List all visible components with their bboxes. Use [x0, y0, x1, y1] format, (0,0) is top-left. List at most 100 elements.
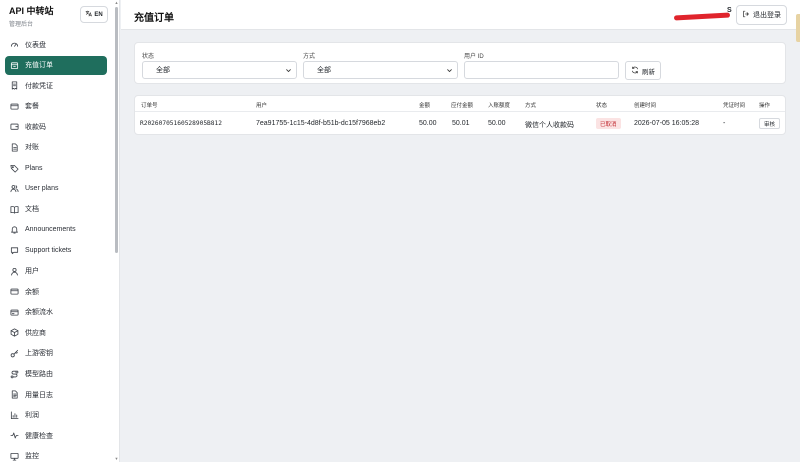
sidebar-item[interactable]: 监控	[5, 447, 107, 462]
brand-subtitle: 管理后台	[9, 22, 34, 28]
sidebar-item[interactable]: Announcements	[5, 220, 107, 239]
users-icon	[10, 184, 19, 193]
language-toggle-button[interactable]: EN	[80, 6, 108, 23]
sidebar-item[interactable]: 对账	[5, 138, 107, 157]
created-time-cell: 2026-07-05 16:05:28	[634, 120, 699, 127]
sidebar-item-label: 上游密钥	[25, 350, 53, 358]
sidebar-item-label: 仪表盘	[25, 41, 46, 49]
review-button[interactable]: 审核	[759, 118, 781, 129]
table-header-divider	[135, 111, 785, 112]
user-id-cell: 7ea91755-1c15-4d8f-b51b-dc15f7968eb2	[256, 120, 386, 127]
sidebar-item-label: 用量日志	[25, 391, 53, 399]
sidebar-item[interactable]: 用户	[5, 262, 107, 281]
side-panel-tab[interactable]	[796, 14, 800, 42]
sidebar-item-label: Support tickets	[25, 246, 72, 254]
column-header: 用户	[256, 103, 268, 109]
receipt-icon	[10, 81, 19, 90]
column-header: 入账额度	[488, 103, 511, 109]
column-header: 订单号	[141, 103, 158, 109]
sidebar-item[interactable]: 健康检查	[5, 426, 107, 445]
sidebar-nav: 仪表盘充值订单付款凭证套餐收款码对账 Plans User plans 文档 Annou…	[5, 35, 107, 462]
sidebar-item[interactable]: User plans	[5, 179, 107, 198]
sidebar-item[interactable]: 收款码	[5, 117, 107, 136]
method-cell: 微信个人收款码	[525, 122, 574, 129]
sidebar-item[interactable]: 充值订单	[5, 55, 107, 75]
user-icon	[10, 267, 19, 276]
brand-title: API 中转站	[9, 6, 54, 16]
bell-icon	[10, 225, 19, 234]
sidebar-item-label: Announcements	[25, 226, 76, 234]
user-id-input[interactable]	[464, 61, 619, 79]
top-header: 充值订单 S 退出登录	[121, 0, 800, 30]
sidebar-item[interactable]: 文档	[5, 200, 107, 219]
bar-chart-icon	[10, 411, 19, 420]
sidebar-scrollbar[interactable]: ▲ ▼	[114, 1, 119, 461]
box-icon	[10, 61, 19, 70]
scroll-thumb[interactable]	[115, 7, 118, 253]
refresh-button[interactable]: 刷新	[625, 61, 661, 80]
filter-card: 状态 全部 方式 全部 用户 ID 刷新	[134, 42, 786, 84]
sidebar-item-label: 余额流水	[25, 309, 53, 317]
page-title: 充值订单	[134, 13, 174, 24]
card-icon	[10, 287, 19, 296]
sidebar: API 中转站 管理后台 EN 仪表盘充值订单付款凭证套餐收款码对账 Plans U…	[0, 0, 120, 462]
flow-icon	[10, 308, 19, 317]
sidebar-item-label: 套餐	[25, 103, 39, 111]
logout-label: 退出登录	[753, 12, 781, 19]
status-badge: 已取消	[596, 118, 621, 129]
user-initial: S	[727, 7, 732, 14]
sidebar-item-label: User plans	[25, 185, 59, 193]
orders-table: 订单号 用户 金额 应付金额 入账额度 方式 状态 创建时间 凭证时间 操作 R…	[134, 95, 786, 135]
sidebar-item[interactable]: 供应商	[5, 323, 107, 342]
brand: API 中转站 管理后台	[9, 6, 54, 28]
key-icon	[10, 349, 19, 358]
pulse-icon	[10, 431, 19, 440]
redacted-username	[673, 12, 731, 21]
card-icon	[10, 102, 19, 111]
gauge-icon	[10, 40, 19, 49]
book-icon	[10, 205, 19, 214]
credit-cell: 50.00	[488, 120, 506, 127]
sidebar-item-label: 文档	[25, 206, 39, 214]
sidebar-item[interactable]: 套餐	[5, 97, 107, 116]
route-icon	[10, 370, 19, 379]
sidebar-item[interactable]: 利润	[5, 406, 107, 425]
chevron-down-icon	[286, 69, 291, 73]
proof-time-cell: -	[723, 120, 726, 127]
column-header: 方式	[525, 103, 537, 109]
method-filter-label: 方式	[303, 54, 316, 60]
sidebar-item[interactable]: 仪表盘	[5, 35, 107, 54]
scroll-up-arrow-icon[interactable]: ▲	[114, 1, 119, 5]
sidebar-item[interactable]: Support tickets	[5, 241, 107, 260]
sidebar-item[interactable]: 上游密钥	[5, 344, 107, 363]
sidebar-item-label: 收款码	[25, 123, 46, 131]
sidebar-item-label: 付款凭证	[25, 82, 53, 90]
sidebar-item-label: 利润	[25, 412, 39, 420]
sidebar-item[interactable]: Plans	[5, 159, 107, 178]
column-header: 操作	[759, 103, 771, 109]
sidebar-item-label: 监控	[25, 453, 39, 461]
sidebar-item[interactable]: 余额流水	[5, 303, 107, 322]
scroll-down-arrow-icon[interactable]: ▼	[114, 457, 119, 461]
column-header: 创建时间	[634, 103, 657, 109]
column-header: 金额	[419, 103, 431, 109]
column-header: 凭证时间	[723, 103, 746, 109]
payable-cell: 50.01	[452, 120, 470, 127]
language-icon	[85, 10, 93, 19]
logout-icon	[742, 10, 750, 20]
sidebar-item[interactable]: 付款凭证	[5, 76, 107, 95]
status-select-value: 全部	[156, 67, 170, 74]
doc-icon	[10, 143, 19, 152]
log-icon	[10, 390, 19, 399]
sidebar-item-label: 余额	[25, 288, 39, 296]
sidebar-item-label: 对账	[25, 144, 39, 152]
sidebar-item[interactable]: 模型路由	[5, 365, 107, 384]
wallet-icon	[10, 122, 19, 131]
status-select[interactable]: 全部	[142, 61, 297, 79]
sidebar-item-label: 供应商	[25, 329, 46, 337]
sidebar-item[interactable]: 余额	[5, 282, 107, 301]
method-select[interactable]: 全部	[303, 61, 458, 79]
sidebar-item-label: 模型路由	[25, 371, 53, 378]
logout-button[interactable]: 退出登录	[736, 5, 787, 25]
sidebar-item[interactable]: 用量日志	[5, 385, 107, 404]
